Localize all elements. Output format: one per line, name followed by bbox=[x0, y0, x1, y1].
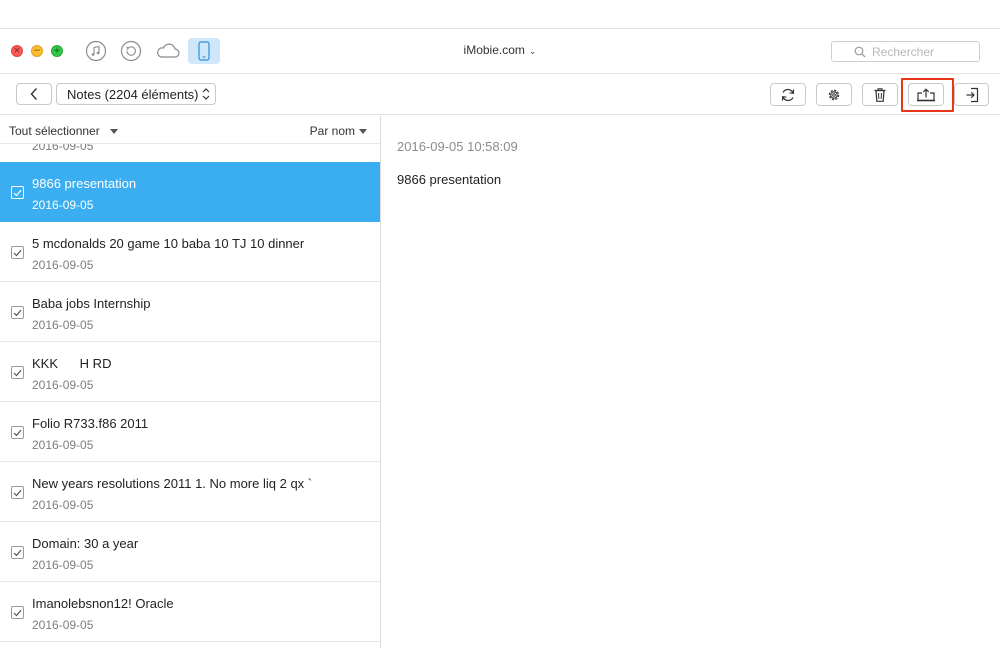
device-menu[interactable]: iMobie.com ⌄ bbox=[440, 43, 560, 57]
close-icon: × bbox=[13, 46, 21, 56]
note-date: 2016-09-05 bbox=[32, 258, 94, 272]
category-select[interactable]: Notes (2204 éléments) bbox=[56, 83, 216, 105]
chevron-left-icon bbox=[30, 88, 38, 100]
minimize-window-button[interactable]: − bbox=[31, 45, 43, 57]
note-date: 2016-09-05 bbox=[32, 378, 94, 392]
device-button[interactable] bbox=[188, 38, 220, 64]
sort-label: Par nom bbox=[309, 124, 355, 138]
note-title: Domain: 30 a year bbox=[32, 536, 139, 551]
checkmark-icon bbox=[13, 549, 22, 556]
note-title: Imanolebsnon12! Oracle bbox=[32, 596, 174, 611]
checkmark-icon bbox=[13, 609, 22, 616]
gear-icon bbox=[828, 89, 840, 100]
note-content[interactable]: 9866 presentation bbox=[397, 172, 501, 187]
item-checkbox[interactable] bbox=[11, 606, 24, 619]
cloud-icon bbox=[157, 43, 180, 58]
music-button[interactable] bbox=[84, 39, 108, 63]
note-date: 2016-09-05 bbox=[32, 618, 94, 632]
export-icon bbox=[917, 87, 935, 101]
dropdown-arrow-icon bbox=[109, 128, 118, 134]
note-title: Baba jobs Internship bbox=[32, 296, 151, 311]
select-all-label: Tout sélectionner bbox=[9, 124, 100, 138]
phone-icon bbox=[198, 41, 210, 61]
close-window-button[interactable]: × bbox=[11, 45, 23, 57]
item-checkbox[interactable] bbox=[11, 426, 24, 439]
note-date: 2016-09-05 bbox=[32, 558, 94, 572]
checkmark-icon bbox=[13, 369, 22, 376]
back-button[interactable] bbox=[16, 83, 52, 105]
note-title: New years resolutions 2011 1. No more li… bbox=[32, 476, 313, 491]
sort-dropdown[interactable]: Par nom bbox=[310, 124, 367, 138]
import-icon bbox=[966, 87, 978, 102]
note-timestamp: 2016-09-05 10:58:09 bbox=[397, 139, 518, 154]
refresh-button[interactable] bbox=[770, 83, 806, 106]
note-date: 2016-09-05 bbox=[32, 318, 94, 332]
note-title: KKK H RD bbox=[32, 356, 112, 371]
item-checkbox[interactable] bbox=[11, 306, 24, 319]
item-checkbox[interactable] bbox=[11, 246, 24, 259]
list-item[interactable]: 5 mcdonalds 20 game 10 baba 10 TJ 10 din… bbox=[0, 222, 380, 282]
title-bar: × − + iMobie.com ⌄ Rechercher bbox=[0, 29, 1000, 74]
settings-button[interactable] bbox=[816, 83, 852, 106]
category-select-label: Notes (2204 éléments) bbox=[67, 86, 199, 102]
restore-icon bbox=[120, 40, 142, 62]
checkmark-icon bbox=[13, 189, 22, 196]
note-title: 9866 presentation bbox=[32, 176, 137, 191]
item-checkbox[interactable] bbox=[11, 486, 24, 499]
search-input[interactable] bbox=[854, 42, 979, 61]
maximize-window-button[interactable]: + bbox=[51, 45, 63, 57]
maximize-icon: + bbox=[53, 46, 61, 56]
list-item[interactable]: 9866 presentation 2016-09-05 bbox=[0, 162, 380, 222]
delete-button[interactable] bbox=[862, 83, 898, 106]
notes-list: 2016-09-05 9866 presentation 2016-09-05 5 … bbox=[0, 144, 380, 642]
list-item[interactable]: New years resolutions 2011 1. No more li… bbox=[0, 462, 380, 522]
checkmark-icon bbox=[13, 429, 22, 436]
list-item[interactable]: KKK H RD 2016-09-05 bbox=[0, 342, 380, 402]
toolbar: Notes (2204 éléments) bbox=[0, 75, 1000, 115]
list-header: Tout sélectionner Par nom bbox=[0, 116, 380, 144]
cloud-button[interactable] bbox=[155, 39, 181, 63]
note-date: 2016-09-05 bbox=[32, 438, 94, 452]
checkmark-icon bbox=[13, 489, 22, 496]
note-date: 2016-09-05 bbox=[32, 198, 94, 212]
dropdown-arrow-icon bbox=[359, 128, 367, 134]
list-item[interactable]: Imanolebsnon12! Oracle 2016-09-05 bbox=[0, 582, 380, 642]
refresh-icon bbox=[781, 88, 795, 101]
music-icon bbox=[85, 40, 107, 62]
note-date: 2016-09-05 bbox=[32, 498, 94, 512]
list-item[interactable]: Domain: 30 a year 2016-09-05 bbox=[0, 522, 380, 582]
item-checkbox[interactable] bbox=[11, 186, 24, 199]
search-box[interactable] bbox=[831, 41, 980, 62]
select-all-dropdown[interactable]: Tout sélectionner bbox=[9, 124, 118, 138]
app-window: × − + iMobie.com ⌄ Rechercher Notes (220… bbox=[0, 28, 1000, 648]
list-item[interactable]: Baba jobs Internship 2016-09-05 bbox=[0, 282, 380, 342]
minimize-icon: − bbox=[33, 46, 41, 56]
notes-list-pane: Tout sélectionner Par nom 2016-09-05 986… bbox=[0, 116, 381, 648]
trash-icon bbox=[874, 87, 886, 102]
item-checkbox[interactable] bbox=[11, 366, 24, 379]
import-to-device-button[interactable] bbox=[954, 83, 989, 106]
checkmark-icon bbox=[13, 249, 22, 256]
note-date: 2016-09-05 bbox=[32, 144, 94, 153]
list-item[interactable]: 2016-09-05 bbox=[0, 144, 380, 162]
item-checkbox[interactable] bbox=[11, 546, 24, 559]
checkmark-icon bbox=[13, 309, 22, 316]
app-title: iMobie.com bbox=[463, 43, 525, 57]
updown-chevron-icon bbox=[202, 88, 210, 100]
note-title: Folio R733.f86 2011 bbox=[32, 416, 149, 431]
restore-button[interactable] bbox=[119, 39, 143, 63]
search-icon bbox=[854, 46, 866, 58]
export-to-computer-button[interactable] bbox=[908, 83, 944, 106]
note-detail-pane: 2016-09-05 10:58:09 9866 presentation bbox=[382, 116, 1000, 648]
note-title: 5 mcdonalds 20 game 10 baba 10 TJ 10 din… bbox=[32, 236, 305, 251]
list-item[interactable]: Folio R733.f86 2011 2016-09-05 bbox=[0, 402, 380, 462]
chevron-down-icon: ⌄ bbox=[528, 46, 537, 56]
